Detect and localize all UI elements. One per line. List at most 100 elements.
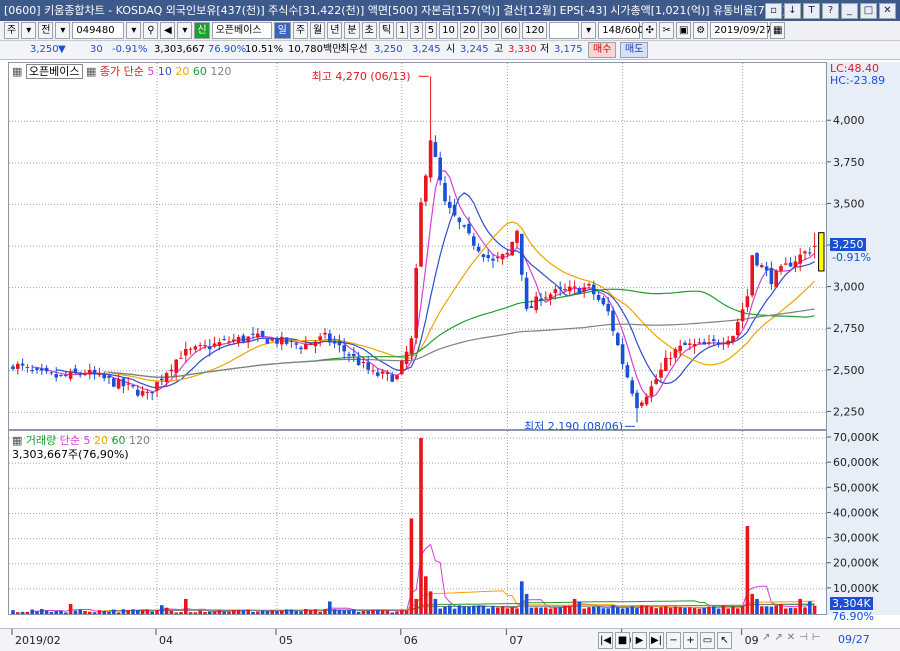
zoom-in-icon[interactable]: +	[683, 632, 698, 649]
restore-icon[interactable]: ▫	[765, 3, 782, 19]
prev-button[interactable]: 전	[38, 22, 54, 39]
period-mode-select[interactable]: 주	[4, 22, 20, 39]
volume-bar	[654, 608, 658, 614]
dropdown-arrow-icon[interactable]: ▾	[581, 22, 597, 39]
minimize-button[interactable]: _	[841, 3, 858, 19]
volume-tick-label: 10,000K	[833, 582, 879, 595]
candle-body	[212, 343, 217, 347]
first-icon[interactable]: |◀	[598, 632, 613, 649]
volume-bar	[337, 609, 342, 614]
candle-body	[44, 367, 49, 372]
minute-30[interactable]: 30	[480, 22, 500, 39]
candle-body	[376, 372, 380, 376]
volume-bar	[808, 601, 812, 614]
period-weekly[interactable]: 주	[292, 22, 309, 39]
data-count-field[interactable]: 148/600	[598, 22, 644, 39]
horizontal-tool-icon[interactable]: ⊣	[799, 632, 808, 643]
crosshair-icon[interactable]: ✣	[642, 22, 658, 39]
period-second[interactable]: 초	[361, 22, 377, 39]
volume-bar	[270, 610, 274, 614]
screen-icon[interactable]: ▭	[700, 632, 715, 649]
candle-body	[611, 310, 615, 332]
dropdown-arrow-icon[interactable]: ▾	[177, 22, 193, 39]
custom-period-input[interactable]	[549, 22, 580, 39]
minute-1[interactable]: 1	[396, 22, 409, 39]
play-icon[interactable]: ▶	[632, 632, 647, 649]
candle-body	[25, 366, 30, 368]
volume-bar	[553, 607, 558, 614]
candle-body	[136, 389, 140, 396]
date-input[interactable]: 2019/09/27	[710, 22, 772, 39]
volume-value-label: 3,303,667주(76,90%)	[12, 448, 129, 461]
high-label: 고	[494, 44, 504, 55]
pointer-icon[interactable]: ↖	[717, 632, 732, 649]
text-icon[interactable]: T	[803, 3, 820, 19]
volume-bar	[193, 612, 198, 614]
candle-body	[88, 370, 92, 375]
candle-body	[659, 369, 663, 378]
zoom-out-icon[interactable]: −	[666, 632, 681, 649]
candle-body	[635, 392, 639, 409]
volume-bar	[731, 606, 735, 614]
search-icon[interactable]: ⚲	[143, 22, 159, 39]
collapse-icon[interactable]: ▦	[86, 65, 96, 78]
stop-icon[interactable]: ■	[615, 632, 630, 649]
save-icon[interactable]: ▣	[676, 22, 692, 39]
speaker-icon[interactable]: ◀	[160, 22, 176, 39]
minute-10[interactable]: 10	[439, 22, 458, 39]
candle-body	[707, 342, 711, 344]
volume-bar	[318, 611, 322, 614]
period-minute[interactable]: 분	[344, 22, 360, 39]
gear-icon[interactable]: ⚙	[693, 22, 709, 39]
collapse-icon[interactable]: ▦	[12, 65, 22, 78]
download-icon[interactable]: ↓	[784, 3, 801, 19]
chart-toolbar: 주 ▾ 전 ▾ 049480 ▾ ⚲ ◀ ▾ 신 오픈베이스 일 주 월 년 분…	[0, 21, 900, 41]
dropdown-arrow-icon[interactable]: ▾	[21, 22, 37, 39]
last-icon[interactable]: ▶|	[649, 632, 664, 649]
candle-body	[548, 294, 553, 299]
scroll-controls: |◀ ■ ▶ ▶| − + ▭ ↖	[598, 632, 732, 649]
fibo-tool-icon[interactable]: ⊢	[812, 632, 821, 643]
volume-bar	[544, 607, 548, 614]
candle-body	[83, 374, 87, 376]
dropdown-arrow-icon[interactable]: ▾	[55, 22, 71, 39]
sell-button[interactable]: 매도	[620, 42, 649, 58]
minute-3[interactable]: 3	[410, 22, 423, 39]
calendar-icon[interactable]: ▦	[770, 22, 786, 39]
volume-bar	[400, 609, 404, 614]
volume-bar	[764, 606, 769, 614]
price-chart	[9, 63, 826, 429]
minute-60[interactable]: 60	[501, 22, 521, 39]
trend-tool-icon[interactable]: ↗	[774, 632, 782, 643]
period-tick[interactable]: 틱	[378, 22, 395, 39]
drawing-tools: ↗ ↗ ✕ ⊣ ⊢	[762, 632, 821, 643]
line-tool-icon[interactable]: ↗	[762, 632, 770, 643]
stock-code-input[interactable]: 049480	[72, 22, 125, 39]
candle-body	[289, 340, 294, 342]
candle-body	[788, 262, 793, 267]
candle-body	[481, 254, 486, 258]
stock-name-field[interactable]: 오픈베이스	[211, 22, 272, 39]
minute-120[interactable]: 120	[522, 22, 548, 39]
scissors-icon[interactable]: ✂	[659, 22, 675, 39]
legend-ma-label: 단순	[123, 65, 144, 78]
volume-tick-label: 50,000K	[833, 481, 879, 494]
volume-bar	[121, 609, 126, 614]
candle-body	[227, 341, 231, 343]
volume-bar	[395, 611, 399, 614]
buy-button[interactable]: 매수	[588, 42, 617, 58]
maximize-button[interactable]: □	[860, 3, 877, 19]
close-button[interactable]: ✕	[879, 3, 896, 19]
period-monthly[interactable]: 월	[310, 22, 326, 39]
help-icon[interactable]: ?	[822, 3, 839, 19]
tab-daily[interactable]: 일	[273, 22, 291, 39]
candle-body	[107, 375, 111, 378]
candle-body	[577, 288, 582, 294]
minute-20[interactable]: 20	[459, 22, 479, 39]
candle-body	[366, 362, 370, 370]
cross-tool-icon[interactable]: ✕	[787, 632, 795, 643]
minute-5[interactable]: 5	[424, 22, 438, 39]
period-yearly[interactable]: 년	[327, 22, 343, 39]
volume-bar	[428, 591, 433, 614]
dropdown-arrow-icon[interactable]: ▾	[126, 22, 142, 39]
